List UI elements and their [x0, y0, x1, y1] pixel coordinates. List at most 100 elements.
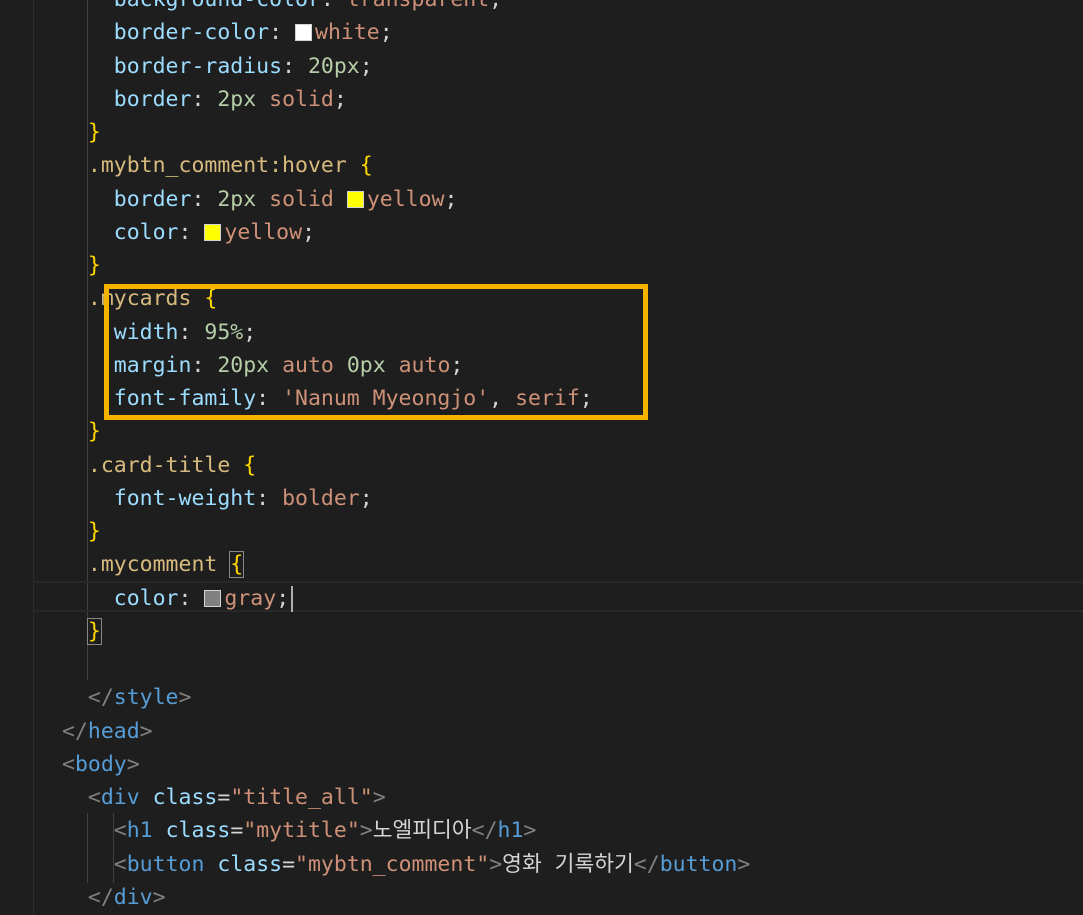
- token-tagp: <: [113, 851, 127, 877]
- token-brace: }: [86, 617, 102, 645]
- token-punc: [230, 453, 243, 478]
- token-val: white: [315, 20, 380, 46]
- code-line[interactable]: .mybtn_comment:hover {: [62, 149, 373, 182]
- code-line[interactable]: border: 2px solid yellow;: [62, 183, 458, 216]
- token-tag: body: [74, 751, 127, 777]
- token-punc: ;: [276, 585, 290, 611]
- token-punc: ;: [379, 20, 393, 46]
- token-tagp: >: [359, 818, 373, 844]
- color-swatch-icon[interactable]: [204, 589, 222, 607]
- token-brace: }: [87, 519, 101, 544]
- token-val: transparent: [347, 0, 489, 12]
- token-tagp: >: [523, 818, 537, 844]
- color-swatch-icon[interactable]: [346, 190, 364, 208]
- token-punc: [153, 818, 166, 843]
- token-attr: class: [165, 818, 231, 844]
- token-prop: border: [113, 186, 192, 212]
- code-line[interactable]: </head>: [62, 715, 153, 748]
- code-line[interactable]: </style>: [62, 681, 192, 714]
- token-prop: border-radius: [113, 53, 283, 79]
- code-line[interactable]: color: gray;: [62, 582, 294, 615]
- token-tag: style: [113, 685, 179, 711]
- code-line[interactable]: border-radius: 20px;: [62, 50, 373, 83]
- token-val: yellow: [366, 186, 445, 212]
- code-line[interactable]: }: [62, 415, 101, 448]
- token-brace: }: [87, 253, 101, 278]
- code-editor[interactable]: background-color: transparent; border-co…: [0, 0, 1083, 915]
- editor-gutter: [0, 0, 34, 915]
- token-punc: =: [230, 818, 244, 844]
- token-punc: :: [269, 20, 296, 46]
- code-line[interactable]: background-color: transparent;: [62, 0, 502, 16]
- token-punc: :: [178, 219, 205, 245]
- token-prop: background-color: [114, 0, 321, 12]
- token-tagp: </: [87, 884, 114, 910]
- token-tagp: <: [87, 785, 101, 810]
- code-line[interactable]: .card-title {: [62, 449, 256, 482]
- token-punc: ;: [489, 0, 502, 12]
- token-tagp: >: [139, 718, 153, 744]
- token-sel: .mycomment: [87, 552, 218, 578]
- token-prop: border: [113, 86, 192, 112]
- token-brace: }: [87, 120, 101, 145]
- code-line[interactable]: <button class="mybtn_comment">영화 기록하기</b…: [62, 848, 751, 881]
- code-line[interactable]: }: [62, 615, 102, 648]
- code-line[interactable]: font-weight: bolder;: [62, 482, 373, 515]
- token-tagp: >: [372, 785, 386, 810]
- token-txt: 영화 기록하기: [502, 851, 634, 877]
- code-line[interactable]: color: yellow;: [62, 216, 315, 249]
- token-tag: h1: [126, 818, 153, 844]
- code-line[interactable]: </div>: [62, 881, 166, 914]
- token-val: gray: [224, 585, 277, 611]
- token-punc: ;: [359, 485, 373, 511]
- token-prop: font-weight: [113, 485, 257, 511]
- code-line[interactable]: <h1 class="mytitle">노엘피디아</h1>: [62, 814, 537, 847]
- token-punc: :: [282, 53, 308, 79]
- token-punc: [217, 552, 230, 577]
- code-line[interactable]: border: 2px solid;: [62, 83, 347, 116]
- color-swatch-icon[interactable]: [295, 24, 313, 42]
- token-str: "mybtn_comment": [295, 851, 490, 877]
- token-tagp: >: [489, 851, 503, 877]
- token-brace: }: [87, 419, 101, 445]
- code-line[interactable]: <div class="title_all">: [62, 781, 386, 814]
- code-line[interactable]: .mycomment {: [62, 548, 245, 581]
- token-tagp: >: [737, 851, 751, 877]
- token-punc: =: [217, 785, 231, 810]
- token-tag: button: [126, 851, 205, 877]
- code-line[interactable]: }: [62, 249, 101, 282]
- token-sel: .card-title: [87, 452, 231, 478]
- token-brace: {: [359, 153, 373, 179]
- token-punc: [204, 852, 217, 877]
- token-tagp: >: [152, 884, 166, 910]
- code-line[interactable]: }: [62, 116, 101, 149]
- token-prop: border-color: [113, 20, 270, 46]
- text-cursor: [291, 585, 294, 612]
- token-tag: h1: [497, 818, 524, 844]
- code-line[interactable]: border-color: white;: [62, 16, 393, 49]
- token-tagp: <: [62, 751, 75, 777]
- token-tag: div: [113, 884, 153, 910]
- token-punc: :: [191, 86, 218, 112]
- token-attr: class: [152, 785, 218, 810]
- token-punc: ;: [444, 186, 458, 212]
- token-punc: [140, 785, 153, 810]
- token-tagp: <: [113, 818, 127, 844]
- code-line[interactable]: }: [62, 515, 101, 548]
- color-swatch-icon[interactable]: [204, 223, 222, 241]
- token-punc: :: [321, 0, 347, 12]
- token-tagp: >: [126, 751, 140, 777]
- code-line[interactable]: <body>: [62, 748, 140, 781]
- token-tagp: </: [633, 851, 660, 877]
